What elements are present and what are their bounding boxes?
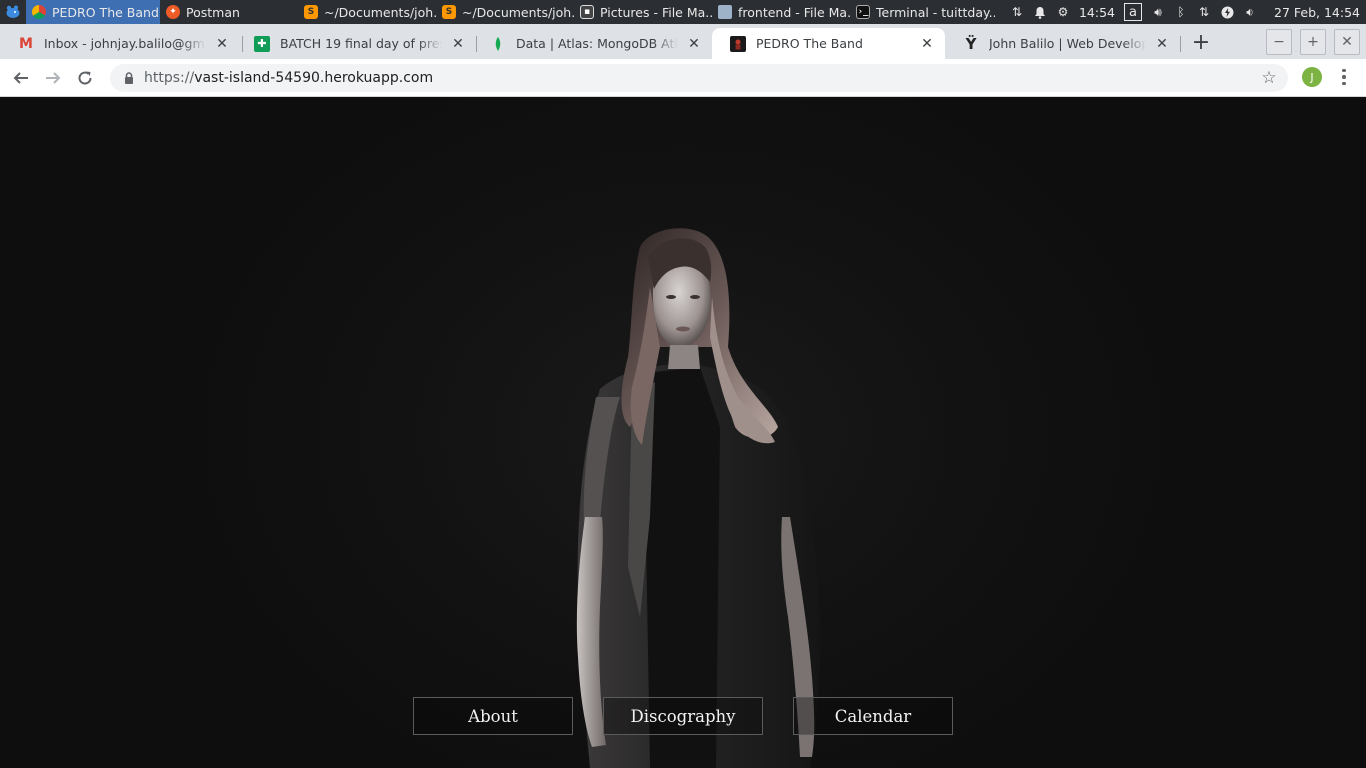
about-button[interactable]: About [413, 697, 573, 735]
task-label: frontend - File Ma... [738, 4, 850, 20]
minimize-window-button[interactable]: − [1266, 29, 1292, 55]
url-scheme: https:// [144, 70, 195, 86]
power-icon[interactable] [1220, 5, 1234, 19]
postman-icon: ✦ [166, 5, 180, 19]
chrome-icon [32, 5, 46, 19]
tab-portfolio[interactable]: Ϋ John Balilo | Web Developer Portfolio … [945, 28, 1180, 59]
close-icon[interactable]: ✕ [1154, 36, 1170, 52]
tab-separator [1180, 36, 1181, 52]
task-terminal[interactable]: ›_ Terminal - tuittday... [850, 0, 995, 24]
portfolio-favicon: Ϋ [965, 34, 977, 53]
keyboard-layout-indicator[interactable]: a [1124, 3, 1143, 21]
band-member-photo [576, 228, 821, 768]
profile-avatar[interactable]: J [1302, 67, 1322, 87]
tray-clock[interactable]: 14:54 [1079, 5, 1115, 20]
back-button[interactable] [8, 65, 34, 91]
close-icon[interactable]: ✕ [686, 36, 702, 52]
sublime-icon: S [304, 5, 318, 19]
task-label: ~/Documents/joh... [324, 4, 436, 20]
folder-icon [718, 5, 732, 19]
tray-date-time[interactable]: 27 Feb, 14:54 [1274, 5, 1360, 20]
bookmark-star-icon[interactable]: ☆ [1260, 69, 1278, 87]
tab-title: BATCH 19 final day of presentation [280, 36, 442, 51]
address-bar[interactable]: https:// vast-island-54590.herokuapp.com… [110, 64, 1288, 92]
desktop-taskbar: PEDRO The Band ... ✦ Postman S ~/Documen… [0, 0, 1366, 24]
tab-batch19-sheet[interactable]: ✚ BATCH 19 final day of presentation ✕ [236, 28, 476, 59]
speaker-icon[interactable]: 🔉︎ [1243, 5, 1257, 19]
tab-title: Data | Atlas: MongoDB Atlas [516, 36, 678, 51]
image-viewer-icon: ▪ [580, 5, 594, 19]
network-transfer-icon[interactable]: ⇅ [1010, 5, 1024, 19]
network-icon[interactable]: ⇅ [1197, 5, 1211, 19]
mongodb-leaf-icon [490, 36, 506, 52]
page-viewport: About Discography Calendar [0, 97, 1366, 768]
bluetooth-icon[interactable]: ᛒ [1174, 5, 1188, 19]
system-tray: ⇅ ⚙ 14:54 a 🔊︎ ᛒ ⇅ 🔉︎ 27 Feb, 14:54 [1010, 0, 1366, 24]
sheets-icon: ✚ [254, 35, 270, 52]
xfce-mouse-icon [6, 5, 20, 18]
browser-menu-button[interactable] [1336, 66, 1352, 88]
tab-title: Inbox - johnjay.balilo@gmail.com [44, 36, 206, 51]
browser-toolbar: https:// vast-island-54590.herokuapp.com… [0, 59, 1366, 97]
browser-tab-strip: M Inbox - johnjay.balilo@gmail.com ✕ ✚ B… [0, 24, 1366, 59]
task-pictures[interactable]: ▪ Pictures - File Ma... [574, 0, 712, 24]
reload-button[interactable] [72, 65, 98, 91]
lock-icon[interactable] [122, 71, 136, 85]
bell-icon[interactable] [1033, 5, 1047, 19]
task-postman[interactable]: ✦ Postman [160, 0, 298, 24]
whisker-menu-button[interactable] [0, 0, 26, 24]
task-label: ~/Documents/joh... [462, 4, 574, 20]
arrow-right-icon [46, 72, 61, 84]
close-icon[interactable]: ✕ [214, 36, 230, 52]
tab-mongodb-atlas[interactable]: Data | Atlas: MongoDB Atlas ✕ [472, 28, 712, 59]
sublime-icon: S [442, 5, 456, 19]
task-label: PEDRO The Band ... [52, 4, 160, 20]
tab-title: John Balilo | Web Developer Portfolio [989, 36, 1146, 51]
task-label: Pictures - File Ma... [600, 4, 712, 20]
close-icon[interactable]: ✕ [450, 36, 466, 52]
arrow-left-icon [13, 72, 28, 84]
task-label: Terminal - tuittday... [876, 4, 995, 20]
main-navigation: About Discography Calendar [413, 697, 953, 735]
task-sublime-2[interactable]: S ~/Documents/joh... [436, 0, 574, 24]
maximize-window-button[interactable]: + [1300, 29, 1326, 55]
tab-pedro-the-band[interactable]: PEDRO The Band ✕ [712, 28, 945, 59]
url-host: vast-island-54590.herokuapp.com [194, 70, 434, 86]
discography-button[interactable]: Discography [603, 697, 763, 735]
forward-button[interactable] [40, 65, 66, 91]
reload-icon [78, 71, 92, 85]
calendar-button[interactable]: Calendar [793, 697, 953, 735]
close-window-button[interactable]: ✕ [1334, 29, 1360, 55]
close-icon[interactable]: ✕ [919, 36, 935, 52]
task-sublime-1[interactable]: S ~/Documents/joh... [298, 0, 436, 24]
terminal-icon: ›_ [856, 5, 870, 19]
gmail-icon: M [19, 35, 33, 52]
tab-title: PEDRO The Band [756, 36, 863, 51]
volume-icon[interactable]: 🔊︎ [1151, 5, 1165, 19]
task-label: Postman [186, 4, 240, 20]
tab-gmail[interactable]: M Inbox - johnjay.balilo@gmail.com ✕ [0, 28, 240, 59]
pedro-favicon [730, 35, 746, 52]
gear-icon[interactable]: ⚙ [1056, 5, 1070, 19]
new-tab-button[interactable]: + [1188, 29, 1214, 55]
task-chrome-pedro[interactable]: PEDRO The Band ... [26, 0, 160, 24]
task-frontend[interactable]: frontend - File Ma... [712, 0, 850, 24]
